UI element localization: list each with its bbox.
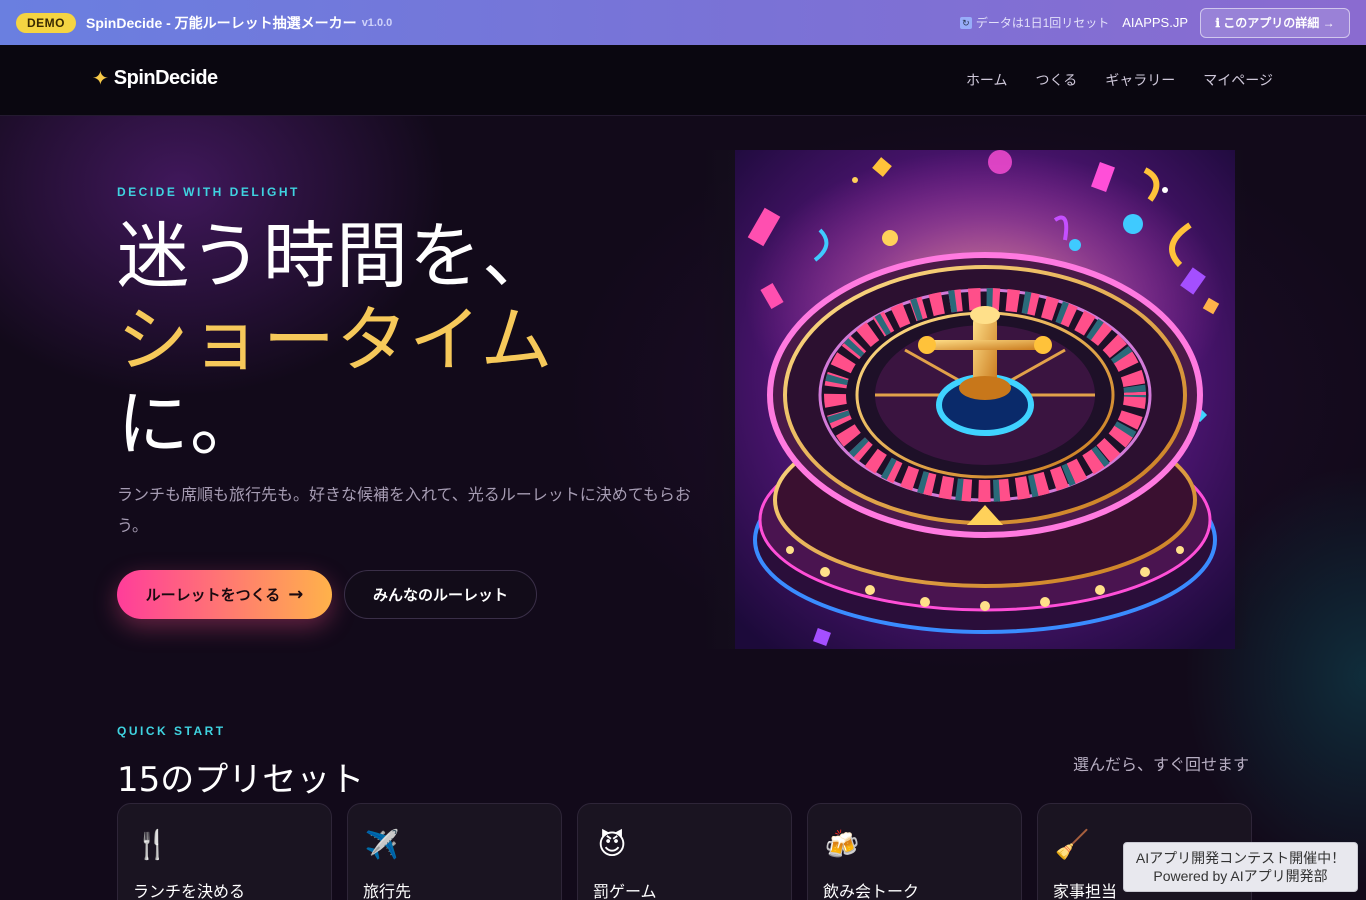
community-roulette-button[interactable]: みんなのルーレット (344, 570, 537, 619)
aiapps-link[interactable]: AIAPPS.JP (1122, 15, 1188, 30)
contest-badge-line1: AIアプリ開発コンテスト開催中！ (1135, 850, 1346, 866)
demo-bar: DEMO SpinDecide - 万能ルーレット抽選メーカー v1.0.0 ↻… (0, 0, 1366, 45)
create-roulette-button[interactable]: ルーレットをつくる → (117, 570, 332, 619)
logo[interactable]: ✦ SpinDecide (92, 66, 218, 90)
arrow-right-icon: → (288, 584, 304, 605)
app-detail-button[interactable]: ℹ このアプリの詳細 → (1200, 7, 1350, 38)
nav-gallery[interactable]: ギャラリー (1105, 70, 1175, 90)
hero-lead: ランチも席順も旅行先も。好きな候補を入れて、光るルーレットに決めてもらおう。 (117, 485, 691, 535)
hero-image-frame (700, 150, 1249, 649)
preset-card-penalty-game[interactable]: 😈 罰ゲーム (577, 803, 792, 900)
logo-text: SpinDecide (113, 66, 218, 89)
main-nav: ✦ SpinDecide ホーム つくる ギャラリー マイページ (0, 45, 1366, 116)
reset-notice-text: データは1日1回リセット (975, 16, 1110, 30)
preset-card-travel[interactable]: ✈️ 旅行先 (347, 803, 562, 900)
version-label: v1.0.0 (361, 16, 393, 29)
preset-card-label: 飲み会トーク (823, 882, 920, 900)
hero-headline-line3: に。 (117, 382, 264, 466)
devil-icon: 😈 (597, 827, 627, 861)
preset-card-label: 家事担当 (1053, 882, 1118, 900)
refresh-icon: ↻ (959, 16, 972, 29)
preset-card-label: 罰ゲーム (593, 882, 657, 900)
contest-badge[interactable]: AIアプリ開発コンテスト開催中！ Powered by AIアプリ開発部 (1123, 842, 1358, 892)
nav-links: ホーム つくる ギャラリー マイページ (966, 45, 1273, 115)
presets-subtitle: 選んだら、すぐ回せます (1072, 755, 1249, 774)
app-title: SpinDecide - 万能ルーレット抽選メーカー (86, 14, 357, 31)
beer-mugs-icon: 🍻 (824, 827, 860, 861)
nav-mypage[interactable]: マイページ (1203, 70, 1273, 90)
presets-title: 15のプリセット (117, 760, 365, 800)
hero-section: DECIDE WITH DELIGHT 迷う時間を、 ショータイム に。 ランチ… (0, 116, 1366, 900)
preset-cards: 🍴 ランチを決める ✈️ 旅行先 😈 罰ゲーム 🍻 飲み会トーク 🧹 家事担当 (117, 803, 1252, 900)
preset-card-party-talk[interactable]: 🍻 飲み会トーク (807, 803, 1022, 900)
sparkle-icon: ✦ (92, 66, 109, 90)
preset-card-lunch[interactable]: 🍴 ランチを決める (117, 803, 332, 900)
nav-create[interactable]: つくる (1036, 70, 1078, 90)
quick-start-eyebrow: QUICK START (117, 724, 226, 738)
preset-card-label: ランチを決める (133, 882, 246, 900)
hero-headline-line1: 迷う時間を、 (117, 214, 556, 298)
roulette-illustration (735, 150, 1235, 649)
hero-headline-line2: ショータイム (117, 298, 554, 382)
broom-icon: 🧹 (1054, 827, 1090, 861)
contest-badge-line2: Powered by AIアプリ開発部 (1153, 868, 1328, 884)
preset-card-label: 旅行先 (363, 882, 412, 900)
airplane-icon: ✈️ (364, 827, 400, 861)
hero-eyebrow: DECIDE WITH DELIGHT (117, 185, 300, 199)
fork-knife-icon: 🍴 (134, 827, 170, 861)
demo-bar-right: ↻ データは1日1回リセット AIAPPS.JP ℹ このアプリの詳細 → (959, 7, 1350, 38)
nav-home[interactable]: ホーム (966, 70, 1008, 90)
demo-badge: DEMO (16, 12, 76, 33)
reset-notice: ↻ データは1日1回リセット (959, 14, 1110, 31)
create-roulette-label: ルーレットをつくる (145, 586, 281, 604)
